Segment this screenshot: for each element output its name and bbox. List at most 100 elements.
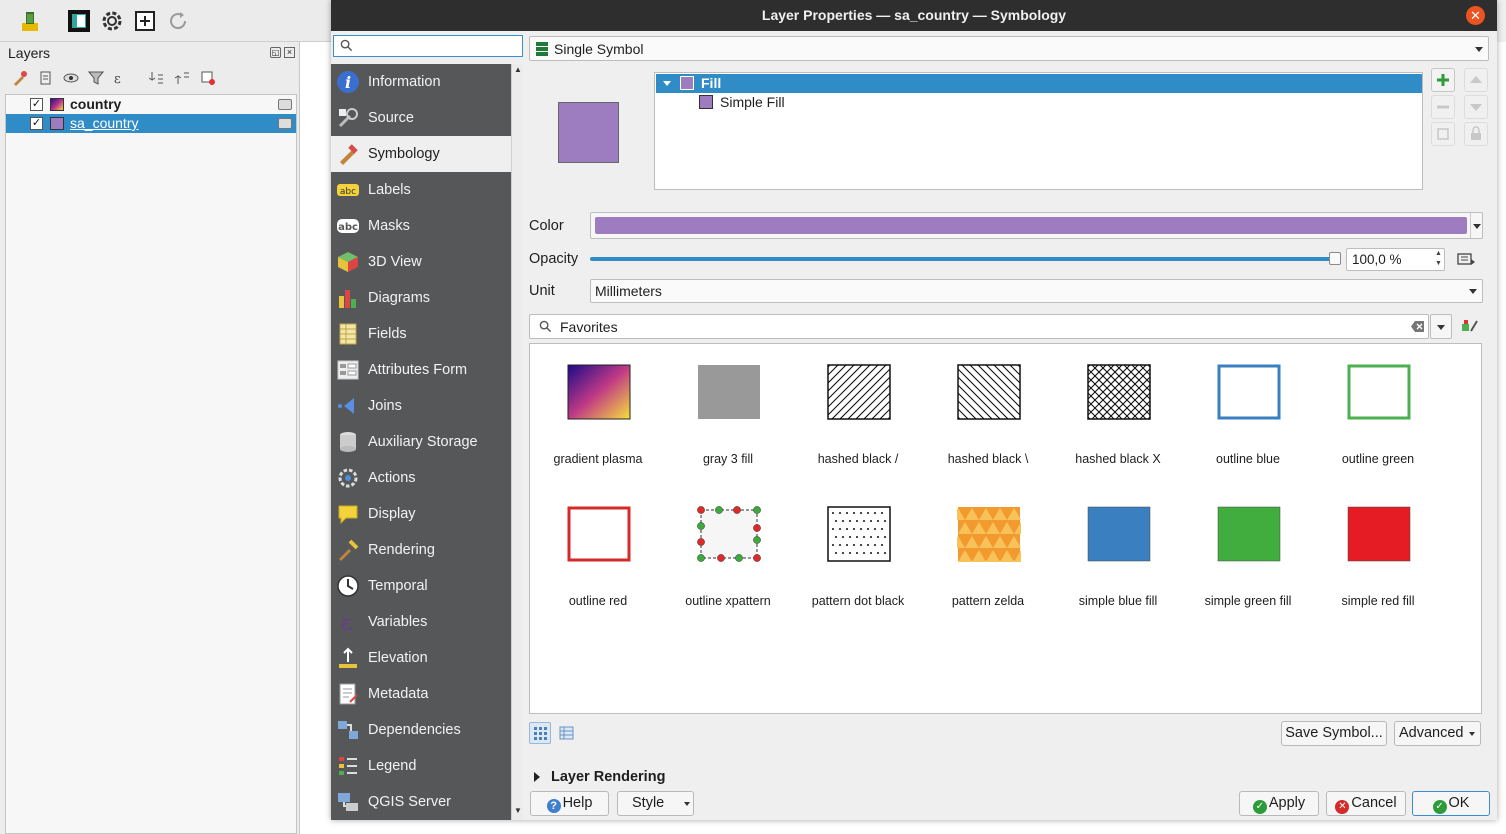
unit-select[interactable]: Millimeters [590, 279, 1483, 303]
nav-item-metadata[interactable]: Metadata [331, 676, 511, 712]
gear-icon[interactable] [100, 9, 124, 33]
layer-indicator-icon[interactable] [278, 99, 292, 110]
symbol-item[interactable]: gradient plasma [533, 344, 663, 484]
nav-item-variables[interactable]: ε Variables [331, 604, 511, 640]
scroll-up-icon[interactable]: ▲ [513, 65, 523, 75]
expand-caret-icon[interactable] [663, 81, 671, 86]
dialog-titlebar[interactable]: Layer Properties — sa_country — Symbolog… [331, 0, 1497, 31]
advanced-button[interactable]: Advanced [1394, 721, 1481, 746]
expand-all-icon[interactable] [148, 70, 164, 86]
expand-caret-icon[interactable] [534, 772, 540, 782]
symbol-item[interactable]: simple green fill [1183, 486, 1313, 626]
nav-item-masks[interactable]: abc Masks [331, 208, 511, 244]
collapse-all-icon[interactable] [174, 70, 190, 86]
lock-color-button[interactable] [1464, 122, 1488, 146]
filter-icon[interactable] [88, 70, 104, 86]
nav-item-3d-view[interactable]: 3D View [331, 244, 511, 280]
ok-label: OK [1448, 795, 1470, 811]
renderer-type-select[interactable]: Single Symbol [529, 36, 1489, 61]
symbol-tree-fill-row[interactable]: Fill [656, 74, 1422, 93]
float-panel-icon[interactable]: ◱ [270, 47, 281, 58]
scroll-down-icon[interactable]: ▼ [513, 806, 523, 816]
nav-item-display[interactable]: Display [331, 496, 511, 532]
help-button[interactable]: ? Help [530, 791, 609, 816]
layer-row-country[interactable]: ✓ country [6, 95, 296, 114]
symbol-tree-simple-fill-row[interactable]: Simple Fill [656, 93, 1422, 112]
nav-scrollbar[interactable]: ▲ ▼ [511, 64, 523, 820]
refresh-icon[interactable] [166, 9, 190, 33]
nav-item-legend[interactable]: Legend [331, 748, 511, 784]
symbol-item[interactable]: outline red [533, 486, 663, 626]
apply-button[interactable]: ✓ Apply [1239, 791, 1319, 816]
close-panel-icon[interactable]: × [284, 47, 295, 58]
move-up-button[interactable] [1464, 68, 1488, 92]
remove-symbol-layer-button[interactable] [1431, 95, 1455, 119]
nav-item-attributes-form[interactable]: Attributes Form [331, 352, 511, 388]
symbol-search-box[interactable]: Favorites [529, 314, 1429, 339]
layer-rendering-section[interactable]: Layer Rendering [529, 768, 829, 788]
cancel-button[interactable]: ✕ Cancel [1326, 791, 1406, 816]
symbol-item[interactable]: pattern dot black [793, 486, 923, 626]
data-defined-override-icon[interactable] [1455, 249, 1477, 269]
layer-visibility-checkbox[interactable]: ✓ [30, 98, 43, 111]
symbol-item[interactable]: hashed black X [1053, 344, 1183, 484]
style-button[interactable]: Style [617, 791, 694, 816]
symbol-item[interactable]: hashed black \ [923, 344, 1053, 484]
layout-manager-icon[interactable] [67, 9, 91, 33]
color-dropdown[interactable] [1470, 213, 1482, 238]
nav-item-qgis-server[interactable]: QGIS Server [331, 784, 511, 820]
nav-item-elevation[interactable]: Elevation [331, 640, 511, 676]
add-symbol-layer-button[interactable] [1431, 68, 1455, 92]
symbol-item[interactable]: outline blue [1183, 344, 1313, 484]
nav-item-fields[interactable]: Fields [331, 316, 511, 352]
nav-search-input[interactable] [360, 38, 518, 54]
list-view-button[interactable] [555, 722, 577, 744]
nav-item-auxiliary-storage[interactable]: Auxiliary Storage [331, 424, 511, 460]
color-picker-button[interactable] [590, 212, 1483, 239]
add-icon[interactable] [133, 9, 157, 33]
duplicate-layer-button[interactable] [1431, 122, 1455, 146]
symbol-item[interactable]: outline green [1313, 344, 1443, 484]
layer-indicator-icon[interactable] [278, 118, 292, 129]
spin-arrows-icon[interactable]: ▲ ▼ [1433, 249, 1444, 270]
opacity-slider-track[interactable] [590, 257, 1333, 261]
layer-row-sa-country[interactable]: ✓ sa_country [6, 114, 296, 133]
nav-item-actions[interactable]: Actions [331, 460, 511, 496]
symbol-group-dropdown[interactable] [1430, 314, 1452, 339]
symbol-preview [558, 102, 619, 163]
style-brush-icon[interactable] [12, 70, 28, 86]
style-manager-icon[interactable] [1461, 317, 1479, 335]
remove-layer-icon[interactable] [200, 70, 216, 86]
ok-button[interactable]: ✓ OK [1412, 791, 1490, 816]
icon-view-button[interactable] [529, 722, 551, 744]
eye-icon[interactable] [63, 70, 79, 86]
symbol-item[interactable]: outline xpattern [663, 486, 793, 626]
expression-filter-icon[interactable]: ε [112, 70, 128, 86]
opacity-slider-handle[interactable] [1329, 252, 1341, 265]
nav-item-rendering[interactable]: Rendering [331, 532, 511, 568]
symbol-item[interactable]: hashed black / [793, 344, 923, 484]
save-symbol-button[interactable]: Save Symbol... [1281, 721, 1387, 746]
nav-item-diagrams[interactable]: Diagrams [331, 280, 511, 316]
nav-item-information[interactable]: i Information [331, 64, 511, 100]
simple-fill-swatch [699, 95, 713, 109]
symbol-item[interactable]: pattern zelda [923, 486, 1053, 626]
opacity-spinbox[interactable]: 100,0 % ▲ ▼ [1346, 248, 1445, 271]
symbol-item[interactable]: gray 3 fill [663, 344, 793, 484]
clear-icon[interactable] [1411, 321, 1424, 332]
python-console-icon[interactable] [18, 9, 42, 33]
symbol-item[interactable]: simple blue fill [1053, 486, 1183, 626]
nav-item-dependencies[interactable]: Dependencies [331, 712, 511, 748]
symbol-item[interactable]: simple red fill [1313, 486, 1443, 626]
close-button[interactable]: ✕ [1466, 6, 1485, 25]
symbol-search-value: Favorites [560, 319, 618, 335]
nav-item-symbology[interactable]: Symbology [331, 136, 511, 172]
nav-item-source[interactable]: Source [331, 100, 511, 136]
nav-item-temporal[interactable]: Temporal [331, 568, 511, 604]
nav-search-box[interactable] [333, 35, 523, 57]
add-group-icon[interactable] [38, 70, 54, 86]
nav-item-labels[interactable]: abc Labels [331, 172, 511, 208]
nav-item-joins[interactable]: Joins [331, 388, 511, 424]
layer-visibility-checkbox[interactable]: ✓ [30, 117, 43, 130]
move-down-button[interactable] [1464, 95, 1488, 119]
